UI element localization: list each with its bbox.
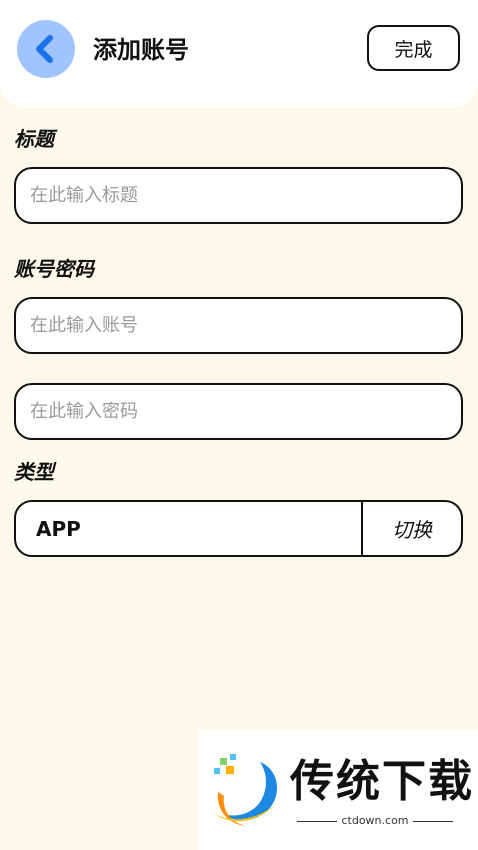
back-button[interactable]	[17, 20, 75, 78]
type-section-label: 类型	[14, 460, 54, 484]
account-field[interactable]	[14, 297, 463, 354]
title-input[interactable]	[16, 169, 461, 222]
top-bar: 添加账号 完成	[0, 0, 478, 108]
watermark: 传统下载 ctdown.com	[198, 730, 478, 850]
title-field[interactable]	[14, 167, 463, 224]
password-field[interactable]	[14, 383, 463, 440]
watermark-url: ctdown.com	[290, 814, 460, 827]
account-section-label: 账号密码	[14, 257, 94, 281]
switch-type-button[interactable]: 切换	[363, 502, 461, 555]
type-value: APP	[36, 516, 81, 541]
password-input[interactable]	[16, 385, 461, 438]
page-title: 添加账号	[93, 36, 189, 64]
title-section-label: 标题	[14, 127, 54, 151]
type-selector: APP 切换	[14, 500, 463, 557]
chevron-left-icon	[36, 35, 53, 63]
ctdown-logo-icon	[212, 754, 278, 826]
done-button[interactable]: 完成	[367, 25, 460, 71]
account-input[interactable]	[16, 299, 461, 352]
watermark-name: 传统下载	[290, 756, 474, 807]
